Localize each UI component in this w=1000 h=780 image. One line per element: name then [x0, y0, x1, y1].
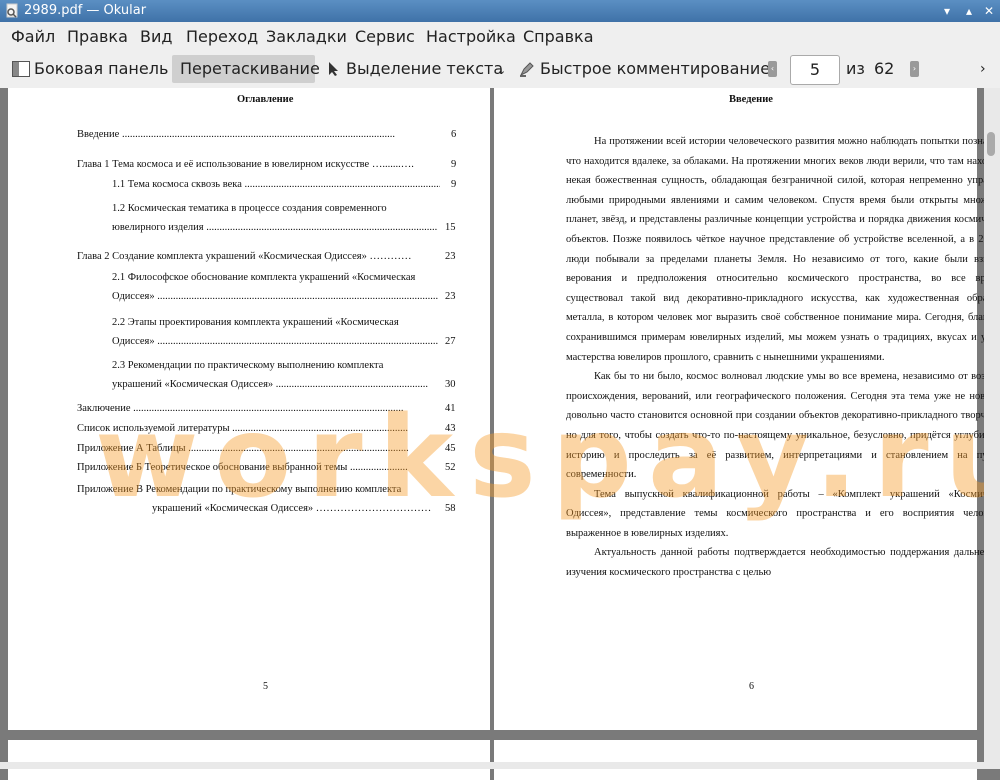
- toolbar-overflow-icon[interactable]: ›: [980, 55, 986, 83]
- intro-heading: Введение: [729, 94, 773, 105]
- toc-page-number: 9: [451, 179, 457, 190]
- toc-entry: 1.1 Тема космоса сквозь века ...........…: [112, 179, 440, 190]
- text-select-tool-button[interactable]: Выделение текста: [326, 55, 503, 83]
- previous-page-icon[interactable]: ‹: [768, 61, 777, 77]
- toc-page-number: 43: [445, 423, 456, 434]
- menu-edit[interactable]: Правка: [67, 27, 128, 46]
- window-title: 2989.pdf — Okular: [24, 3, 147, 18]
- horizontal-scrollbar[interactable]: [0, 762, 1000, 769]
- toc-page-number: 52: [445, 462, 456, 473]
- toc-entry: украшений «Космическая Одиссея» ........…: [112, 379, 429, 390]
- menu-bookmarks[interactable]: Закладки: [266, 27, 347, 46]
- sidebar-label: Боковая панель: [34, 59, 169, 78]
- toc-entry: 2.1 Философское обоснование комплекта ук…: [112, 272, 416, 283]
- chevron-down-icon: ⌄: [497, 64, 507, 77]
- highlighter-icon: [519, 62, 534, 77]
- toc-entry: Приложение Б Теоретическое обоснование в…: [77, 462, 408, 473]
- menu-go[interactable]: Переход: [186, 27, 258, 46]
- title-bar: 2989.pdf — Okular ▾ ▴ ✕: [0, 0, 1000, 22]
- toc-page-number: 27: [445, 336, 456, 347]
- paragraph: Актуальность данной работы подтверждаетс…: [566, 547, 1000, 579]
- toc-entry: 2.3 Рекомендации по практическому выполн…: [112, 360, 384, 371]
- paragraph: Как бы то ни было, космос волновал людск…: [566, 371, 1000, 481]
- page-number-input[interactable]: 5: [790, 55, 840, 85]
- toc-entry: Глава 1 Тема космоса и её использование …: [77, 159, 414, 170]
- page-7: [8, 740, 490, 780]
- toc-entry: Приложение В Рекомендации по практическо…: [77, 484, 402, 495]
- okular-app-icon: [6, 3, 18, 18]
- document-view[interactable]: Оглавление Введение ....................…: [0, 88, 1000, 780]
- menu-bar: Файл Правка Вид Переход Закладки Сервис …: [0, 22, 1000, 50]
- menu-settings[interactable]: Настройка: [426, 27, 516, 46]
- page-number: 5: [263, 681, 268, 692]
- toc-page-number: 15: [445, 222, 456, 233]
- toc-entry: Заключение .............................…: [77, 403, 404, 414]
- toc-entry: Одиссея» ...............................…: [112, 336, 438, 347]
- next-page-icon[interactable]: ›: [910, 61, 919, 77]
- scrollbar-thumb[interactable]: [987, 132, 995, 156]
- toc-entry: 1.2 Космическая тематика в процессе созд…: [112, 203, 387, 214]
- toc-page-number: 6: [451, 129, 457, 140]
- menu-file[interactable]: Файл: [11, 27, 55, 46]
- text-select-label: Выделение текста: [346, 59, 504, 78]
- vertical-scrollbar[interactable]: [984, 88, 1000, 769]
- toc-entry: Глава 2 Создание комплекта украшений «Ко…: [77, 251, 412, 262]
- browse-tool-button[interactable]: Перетаскивание: [172, 55, 320, 83]
- quick-annotation-label: Быстрое комментирование: [540, 59, 771, 78]
- selection-tools-dropdown[interactable]: ⌄: [497, 55, 511, 83]
- toc-page-number: 30: [445, 379, 456, 390]
- menu-view[interactable]: Вид: [140, 27, 172, 46]
- toc-page-number: 9: [451, 159, 457, 170]
- toc-entry: Список используемой литературы .........…: [77, 423, 409, 434]
- close-icon[interactable]: ✕: [982, 4, 996, 18]
- toc-page-number: 23: [445, 251, 456, 262]
- toc-entry: ювелирного изделия .....................…: [112, 222, 438, 233]
- cursor-arrow-icon: [329, 62, 338, 76]
- sidebar-icon: [12, 61, 30, 77]
- toc-page-number: 45: [445, 443, 456, 454]
- menu-tools[interactable]: Сервис: [355, 27, 415, 46]
- quick-annotation-button[interactable]: Быстрое комментирование: [518, 55, 770, 83]
- maximize-icon[interactable]: ▴: [962, 4, 976, 18]
- toc-entry: Одиссея» ...............................…: [112, 291, 438, 302]
- toc-page-number: 58: [445, 503, 456, 514]
- paragraph: Тема выпускной квалификационной работы –…: [566, 488, 1000, 539]
- toc-entry: Введение ...............................…: [77, 129, 395, 140]
- toc-heading: Оглавление: [237, 94, 294, 105]
- page-5: Оглавление Введение ....................…: [8, 88, 490, 730]
- toc-entry: Приложение А Таблицы ...................…: [77, 443, 409, 454]
- page-of-label: из: [846, 59, 865, 78]
- minimize-icon[interactable]: ▾: [940, 4, 954, 18]
- menu-help[interactable]: Справка: [523, 27, 594, 46]
- browse-tool-label: Перетаскивание: [180, 59, 320, 78]
- toolbar: Боковая панель Перетаскивание Выделение …: [0, 50, 1000, 89]
- toc-page-number: 41: [445, 403, 456, 414]
- toc-entry: 2.2 Этапы проектирования комплекта украш…: [112, 317, 399, 328]
- toc-entry: украшений «Космическая Одиссея» ………………………: [152, 503, 432, 514]
- toc-page-number: 23: [445, 291, 456, 302]
- page-6: Введение На протяжении всей истории чело…: [494, 88, 1000, 730]
- paragraph: На протяжении всей истории человеческого…: [566, 136, 1000, 363]
- page-total-label: 62: [874, 59, 895, 78]
- page-8: [494, 740, 977, 780]
- page-number: 6: [749, 681, 754, 692]
- intro-body: На протяжении всей истории человеческого…: [566, 132, 1000, 583]
